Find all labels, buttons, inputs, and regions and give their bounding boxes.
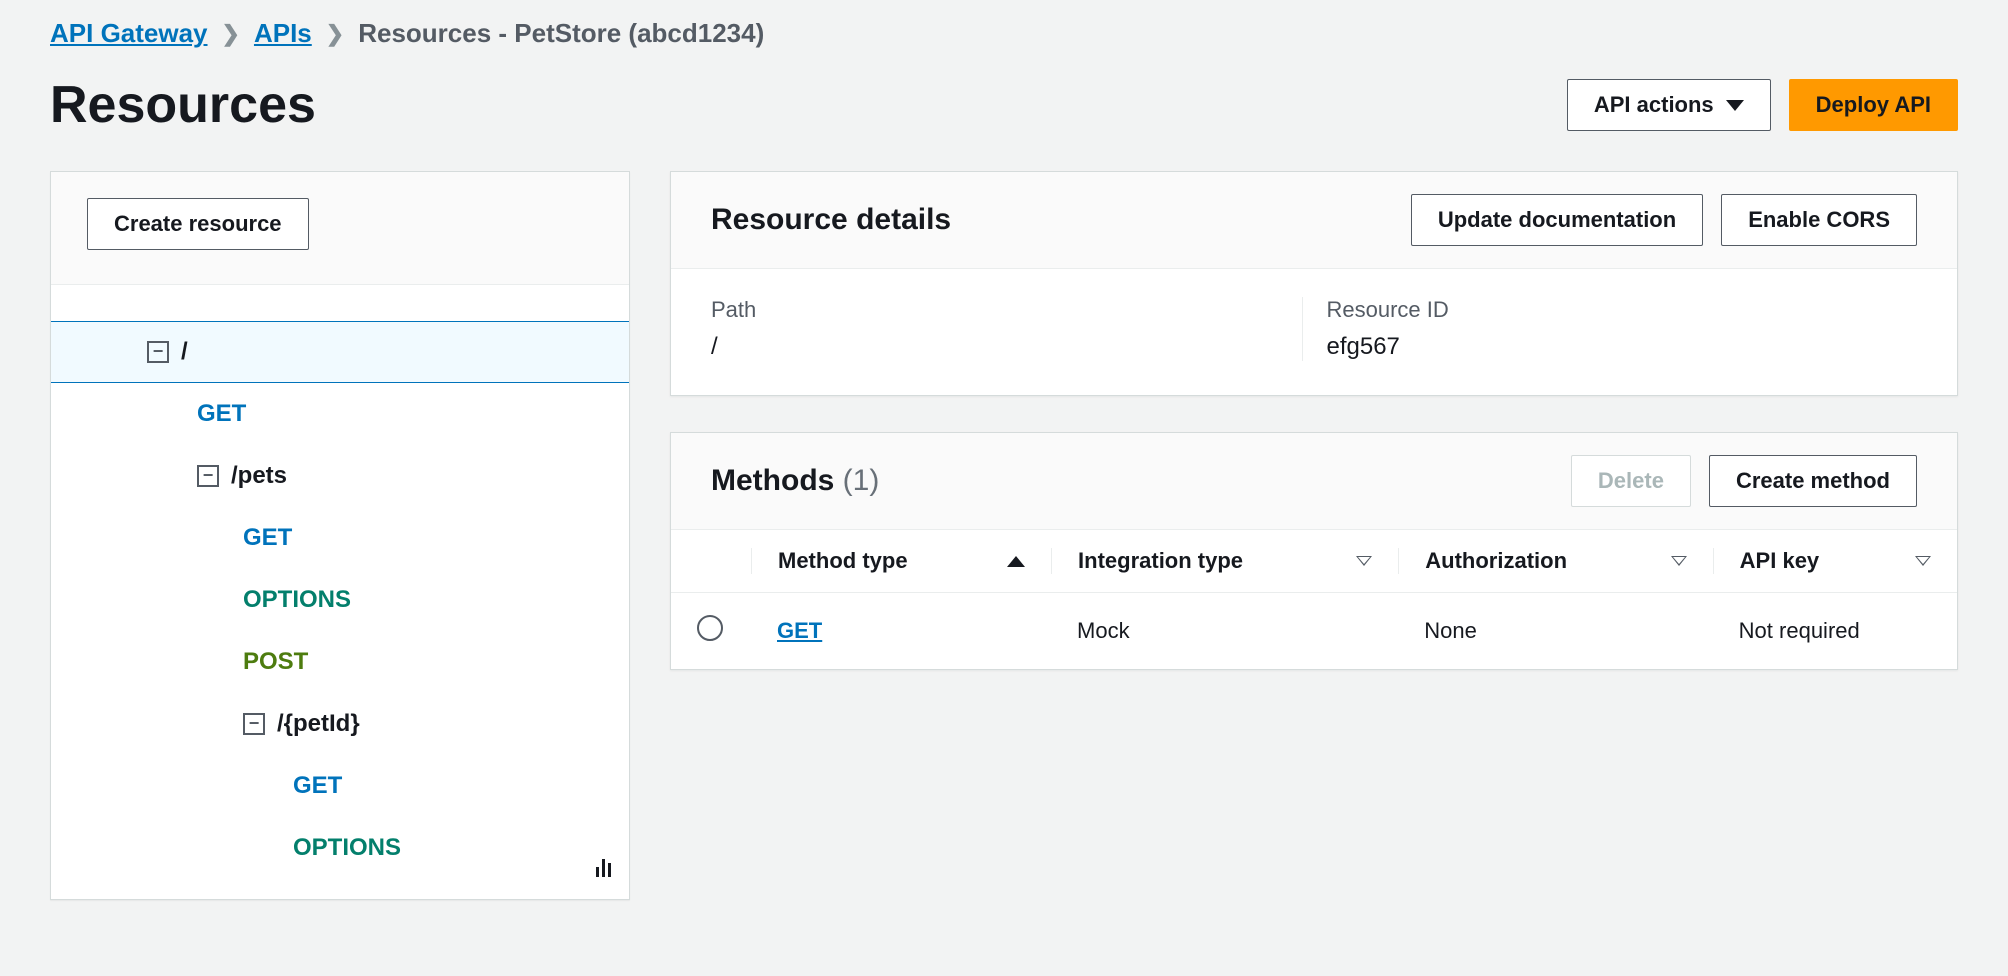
method-link[interactable]: GET (777, 618, 822, 643)
resource-id-label: Resource ID (1327, 297, 1898, 323)
col-authorization-label: Authorization (1425, 548, 1567, 574)
col-method-type[interactable]: Method type (751, 530, 1051, 593)
tree-node[interactable]: GET (51, 507, 629, 569)
create-resource-button[interactable]: Create resource (87, 198, 309, 250)
table-row: GET MockNoneNot required (671, 593, 1957, 670)
row-radio[interactable] (697, 615, 723, 641)
col-integration-type-label: Integration type (1078, 548, 1243, 574)
tree-node-label: OPTIONS (243, 586, 351, 614)
chevron-right-icon: ❯ (222, 21, 240, 47)
tree-node-label: /{petId} (277, 710, 360, 738)
tree-node-label: / (181, 338, 188, 366)
breadcrumb-link-apis[interactable]: APIs (254, 18, 312, 49)
collapse-icon[interactable] (243, 713, 265, 735)
deploy-api-button[interactable]: Deploy API (1789, 79, 1958, 131)
breadcrumb-current: Resources - PetStore (abcd1234) (358, 18, 764, 49)
enable-cors-button[interactable]: Enable CORS (1721, 194, 1917, 246)
tree-node[interactable]: OPTIONS (51, 817, 629, 879)
path-label: Path (711, 297, 1282, 323)
create-method-button[interactable]: Create method (1709, 455, 1917, 507)
sort-icon (1671, 556, 1687, 566)
resource-tree-panel: Create resource /GET/petsGETOPTIONSPOST/… (50, 171, 630, 900)
methods-table: Method type Integration type (671, 530, 1957, 669)
tree-node[interactable]: GET (51, 755, 629, 817)
cell-api-key: Not required (1713, 593, 1957, 670)
tree-node[interactable]: /{petId} (51, 693, 629, 755)
tree-node[interactable]: OPTIONS (51, 569, 629, 631)
tree-node-label: GET (293, 772, 342, 800)
methods-panel: Methods (1) Delete Create method (670, 432, 1958, 670)
tree-node-label: GET (197, 400, 246, 428)
collapse-icon[interactable] (147, 341, 169, 363)
breadcrumb-link-apigateway[interactable]: API Gateway (50, 18, 208, 49)
methods-count: (1) (843, 464, 880, 497)
sort-icon (1915, 556, 1931, 566)
tree-node-label: GET (243, 524, 292, 552)
cell-integration: Mock (1051, 593, 1398, 670)
col-integration-type[interactable]: Integration type (1051, 530, 1398, 593)
col-api-key[interactable]: API key (1713, 530, 1957, 593)
resource-id-value: efg567 (1327, 333, 1898, 361)
resource-details-title: Resource details (711, 203, 951, 237)
cell-authorization: None (1398, 593, 1712, 670)
path-value: / (711, 333, 1282, 361)
tree-node-label: OPTIONS (293, 834, 401, 862)
tree-node-label: /pets (231, 462, 287, 490)
resource-details-panel: Resource details Update documentation En… (670, 171, 1958, 396)
col-authorization[interactable]: Authorization (1398, 530, 1712, 593)
collapse-icon[interactable] (197, 465, 219, 487)
tree-node[interactable]: / (51, 321, 629, 383)
tree-node[interactable]: POST (51, 631, 629, 693)
caret-down-icon (1726, 100, 1744, 111)
tree-node[interactable]: GET (51, 383, 629, 445)
update-documentation-button[interactable]: Update documentation (1411, 194, 1703, 246)
sort-icon (1356, 556, 1372, 566)
col-api-key-label: API key (1740, 548, 1820, 574)
page-title: Resources (50, 75, 316, 135)
api-actions-button[interactable]: API actions (1567, 79, 1771, 131)
tree-node-label: POST (243, 648, 308, 676)
methods-title: Methods (711, 464, 834, 497)
resize-handle-icon[interactable] (596, 859, 611, 877)
chevron-right-icon: ❯ (326, 21, 344, 47)
tree-node[interactable]: /pets (51, 445, 629, 507)
breadcrumb: API Gateway ❯ APIs ❯ Resources - PetStor… (50, 18, 1958, 49)
delete-method-button[interactable]: Delete (1571, 455, 1691, 507)
resource-tree: / GET/pets GET OPTIONS POST /{petId} GET OPTION… (51, 321, 629, 879)
col-method-type-label: Method type (778, 548, 908, 574)
api-actions-label: API actions (1594, 92, 1714, 118)
sort-asc-icon (1007, 556, 1025, 567)
